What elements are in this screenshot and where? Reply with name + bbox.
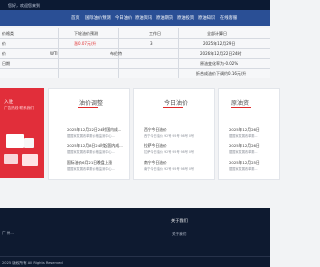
forecast-value: 涨0.07元/升	[74, 41, 97, 46]
crude-change-rate: 原油变化率为-0.02%	[200, 61, 239, 66]
nav-crude-knowledge[interactable]: 原油知识	[198, 15, 215, 21]
nav-today-price[interactable]: 今日油价	[115, 15, 132, 21]
footer-divider	[0, 256, 270, 257]
truck-box-graphic-2	[4, 154, 18, 164]
footer-copyright: 2025 版权所有 All Rights Reserved	[2, 261, 63, 265]
main-nav: 首页 国际油价预测 今日油价 原油资讯 原油期货 原油投资 原油知识 在线客服	[0, 10, 270, 26]
news-desc: 南宁今日油价 92号 95号 98号 0号	[144, 167, 195, 171]
nav-crude-news[interactable]: 原油资讯	[135, 15, 152, 21]
truck-box-graphic	[22, 154, 38, 166]
ad-banner[interactable]: 入驻 广告热线·联系我们	[0, 88, 44, 178]
news-desc: 据国家发展改革委价格监测中心...	[67, 150, 115, 154]
row-label-b: 价	[2, 51, 6, 56]
news-desc: 据国家发展改革委...	[229, 150, 258, 154]
card-crude-news: 原油资 2025年12月26日 据国家发展改革委... 2025年12月26日 …	[218, 88, 280, 180]
news-desc: 据国家发展改革委...	[229, 134, 258, 138]
header-calc-date: 全部计算日	[207, 31, 227, 36]
card-title[interactable]: 今日油价	[164, 98, 188, 107]
row-label-a: 价	[2, 41, 6, 46]
news-desc: 西宁今日油价 92号 95号 98号 0号	[144, 134, 195, 138]
banner-title: 入驻	[4, 100, 14, 105]
truck-cab-graphic	[24, 138, 34, 148]
news-desc: 据国家发展改革委...	[229, 167, 258, 171]
greeting-text: 您好，欢迎您来到	[8, 2, 40, 8]
news-desc: 拉萨今日油价 92号 95号 98号 0号	[144, 150, 195, 154]
nav-online-service[interactable]: 在线客服	[220, 15, 237, 21]
header-workdays: 工作日	[149, 31, 161, 36]
footer-about-link[interactable]: 关于我们	[172, 232, 186, 237]
news-desc: 据国家发展改革委价格监测中心...	[67, 134, 115, 138]
nav-crude-invest[interactable]: 原油投资	[177, 15, 194, 21]
workdays-value: 3	[150, 41, 153, 46]
footer-left-text: 广 州...	[2, 231, 14, 235]
card-title-underline	[78, 107, 98, 108]
calc-date-value: 2025年12月29日	[203, 41, 236, 46]
top-bar: 您好，欢迎您来到	[0, 0, 270, 10]
row-label-date: 日期	[2, 61, 10, 66]
nav-oil-forecast[interactable]: 国际油价预测	[85, 15, 111, 21]
footer-about-heading: 关于我们	[171, 218, 188, 223]
card-title-underline	[231, 107, 251, 108]
site-footer: 关于我们 关于我们 广 州... 2025 版权所有 All Rights Re…	[0, 208, 270, 267]
price-adjust-note: 折合成油价下调约0.16元/升	[196, 71, 247, 76]
price-info-table: 价格类 下轮油价预测 工作日 全部计算日 价 涨0.07元/升 3 2025年1…	[0, 28, 270, 78]
news-desc: 据国家发展改革委价格监测中心...	[67, 167, 115, 171]
brent-label: 布伦特	[110, 51, 122, 56]
card-oil-adjust: 油价调整 2025年12月22日24时国内成... 据国家发展改革委价格监测中心…	[48, 88, 130, 180]
truck-graphic	[6, 134, 24, 148]
nav-crude-futures[interactable]: 原油期货	[156, 15, 173, 21]
header-next-forecast: 下轮油价预测	[74, 31, 98, 36]
forecast-date: 2026年12月22日24时	[200, 51, 242, 56]
card-today-price: 今日油价 西宁今日油价 西宁今日油价 92号 95号 98号 0号 拉萨今日油价…	[133, 88, 215, 180]
card-title[interactable]: 油价调整	[79, 98, 103, 107]
card-title[interactable]: 原油资	[231, 98, 249, 107]
wti-label: WTI	[50, 51, 58, 56]
banner-subtitle: 广告热线·联系我们	[4, 106, 34, 110]
header-price-type: 价格类	[2, 31, 14, 36]
nav-home[interactable]: 首页	[71, 15, 80, 21]
card-title-underline	[163, 107, 183, 108]
